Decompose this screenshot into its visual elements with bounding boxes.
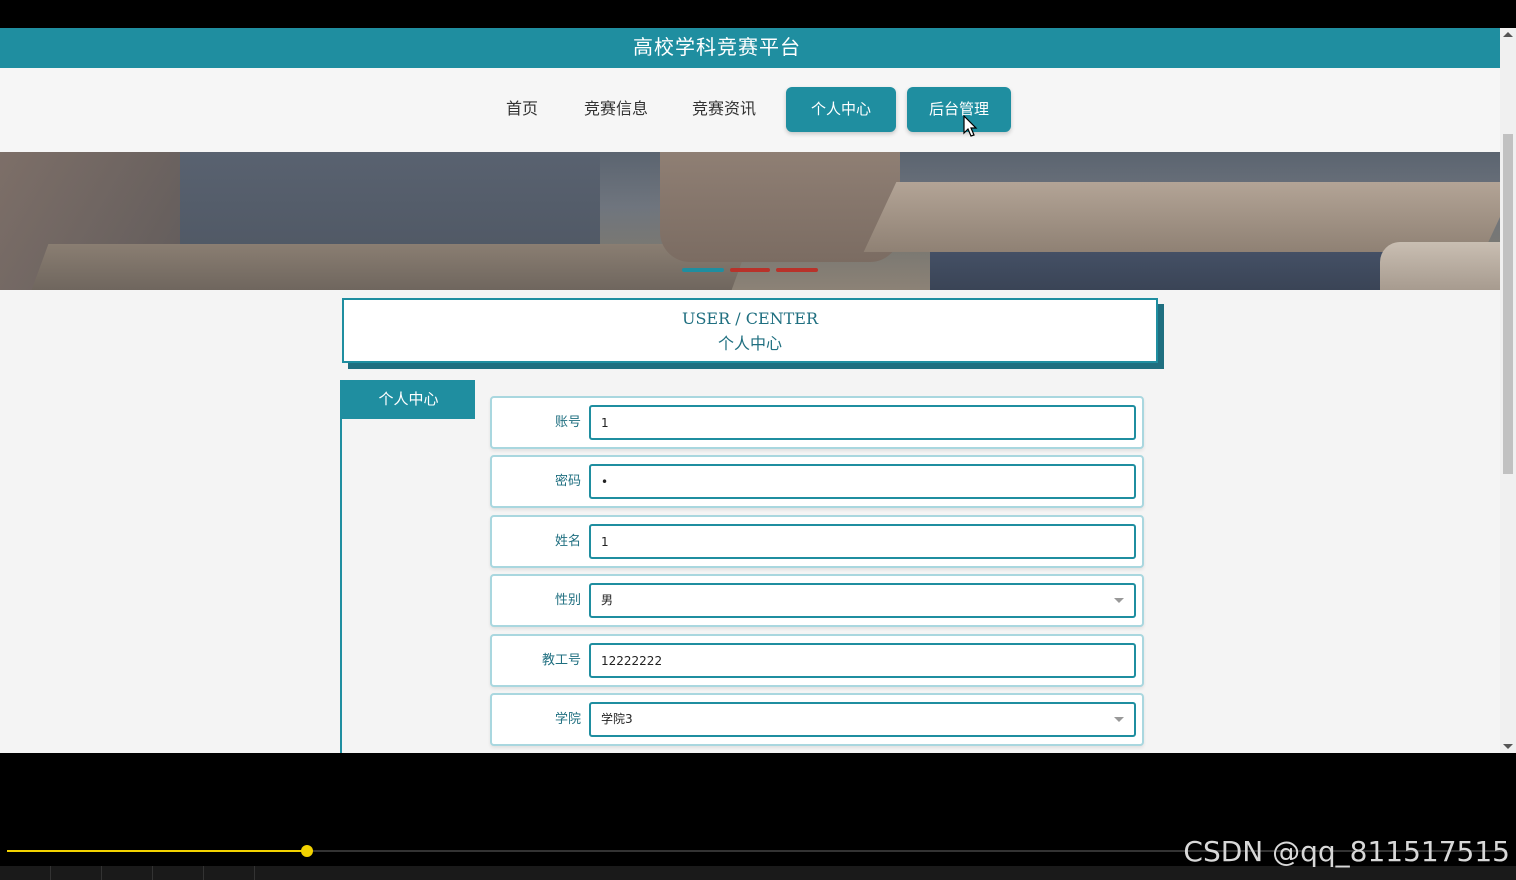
college-value: 学院3 <box>601 712 633 726</box>
player-divider <box>50 866 51 880</box>
name-field[interactable] <box>589 524 1136 559</box>
gender-label: 性别 <box>554 593 581 608</box>
name-label: 姓名 <box>554 534 581 549</box>
college-select[interactable]: 学院3 <box>589 702 1136 737</box>
form-row-college: 学院 学院3 <box>490 693 1144 746</box>
staff-id-label: 教工号 <box>541 653 581 668</box>
nav-home[interactable]: 首页 <box>506 97 538 121</box>
staff-id-field[interactable] <box>589 643 1136 678</box>
name-input[interactable] <box>601 526 1134 557</box>
form-row-name: 姓名 <box>490 515 1144 568</box>
mouse-cursor-icon <box>963 115 978 137</box>
player-divider <box>152 866 153 880</box>
nav-competition-info[interactable]: 竞赛信息 <box>584 97 648 121</box>
nav-competition-news[interactable]: 竞赛资讯 <box>692 97 756 121</box>
form-row-gender: 性别 男 <box>490 574 1144 627</box>
player-divider <box>254 866 255 880</box>
banner-desk-top <box>31 244 749 290</box>
carousel-dot-1[interactable] <box>682 268 724 272</box>
video-progress-handle[interactable] <box>301 845 313 857</box>
sidebar <box>340 380 476 753</box>
gender-select[interactable]: 男 <box>589 583 1136 618</box>
web-page: 高校学科竞赛平台 首页 竞赛信息 竞赛资讯 个人中心 后台管理 USER / C… <box>0 28 1500 753</box>
carousel-dot-3[interactable] <box>776 268 818 272</box>
banner-chair-right <box>1380 242 1500 290</box>
password-field[interactable] <box>589 464 1136 499</box>
banner-carousel <box>0 152 1500 290</box>
title-bar: 高校学科竞赛平台 <box>0 28 1500 68</box>
scroll-thumb[interactable] <box>1503 134 1513 474</box>
form-row-staff-id: 教工号 <box>490 634 1144 687</box>
chevron-down-icon <box>1114 598 1124 603</box>
player-divider <box>203 866 204 880</box>
vertical-scrollbar[interactable] <box>1500 28 1516 753</box>
banner-chair-center <box>660 152 900 262</box>
gender-value: 男 <box>601 593 614 607</box>
video-progress-fill <box>7 850 307 852</box>
scroll-up-icon[interactable] <box>1503 32 1513 37</box>
sidebar-tab-personal-center[interactable]: 个人中心 <box>342 380 475 419</box>
site-title: 高校学科竞赛平台 <box>633 35 801 59</box>
scroll-down-icon[interactable] <box>1503 744 1513 749</box>
screen: 高校学科竞赛平台 首页 竞赛信息 竞赛资讯 个人中心 后台管理 USER / C… <box>0 0 1516 880</box>
nav-personal-center-button[interactable]: 个人中心 <box>786 87 896 132</box>
chevron-down-icon <box>1114 717 1124 722</box>
user-center-heading: USER / CENTER 个人中心 <box>342 298 1158 363</box>
account-label: 账号 <box>554 415 581 430</box>
college-label: 学院 <box>554 712 581 727</box>
staff-id-input[interactable] <box>601 645 1134 676</box>
watermark: CSDN @qq_811517515 <box>1183 835 1510 868</box>
form-row-account: 账号 <box>490 396 1144 449</box>
account-input[interactable] <box>601 407 1134 438</box>
player-divider <box>101 866 102 880</box>
password-label: 密码 <box>554 474 581 489</box>
password-input[interactable] <box>601 466 1134 497</box>
form-row-password: 密码 <box>490 455 1144 508</box>
nav-admin-button[interactable]: 后台管理 <box>907 87 1011 132</box>
main-nav: 首页 竞赛信息 竞赛资讯 个人中心 后台管理 <box>0 68 1500 152</box>
user-center-title-cn: 个人中心 <box>717 334 782 353</box>
user-center-title-en: USER / CENTER <box>681 309 819 328</box>
carousel-dot-2[interactable] <box>730 268 770 272</box>
account-field[interactable] <box>589 405 1136 440</box>
